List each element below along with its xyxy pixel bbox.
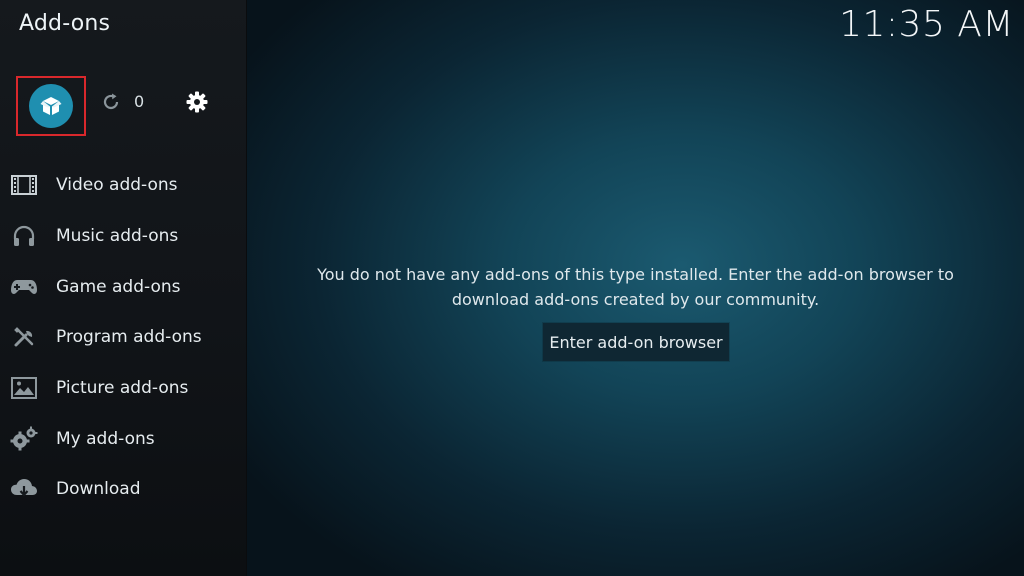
main-panel: You do not have any add-ons of this type… <box>247 0 1024 576</box>
empty-state-message-line1: You do not have any add-ons of this type… <box>317 265 954 284</box>
sidebar-item-game-addons[interactable]: Game add-ons <box>0 261 246 312</box>
sidebar-item-label: Picture add-ons <box>56 378 189 399</box>
toolbar: 0 <box>0 76 246 138</box>
headphones-icon <box>10 222 38 250</box>
sidebar-menu: Video add-ons Music add-ons Game add-ons… <box>0 160 246 515</box>
tools-icon <box>10 323 38 351</box>
gear-icon[interactable] <box>185 90 209 114</box>
page-title: Add-ons <box>19 11 111 36</box>
empty-state-message: You do not have any add-ons of this type… <box>247 262 1024 312</box>
sidebar-item-download[interactable]: Download <box>0 464 246 515</box>
gears-icon <box>10 425 38 453</box>
refresh-icon[interactable] <box>100 91 122 113</box>
picture-icon <box>10 374 38 402</box>
cloud-download-icon <box>10 475 38 503</box>
sidebar-item-label: Music add-ons <box>56 226 179 247</box>
updates-count: 0 <box>134 92 145 111</box>
empty-state-message-line2: download add-ons created by our communit… <box>451 290 820 309</box>
sidebar-item-music-addons[interactable]: Music add-ons <box>0 211 246 262</box>
clock: 11:35 AM <box>839 4 1014 45</box>
sidebar-item-picture-addons[interactable]: Picture add-ons <box>0 363 246 414</box>
sidebar-item-video-addons[interactable]: Video add-ons <box>0 160 246 211</box>
gamepad-icon <box>10 273 38 301</box>
sidebar-item-label: Game add-ons <box>56 276 181 297</box>
sidebar-item-program-addons[interactable]: Program add-ons <box>0 312 246 363</box>
open-box-icon <box>29 84 73 128</box>
sidebar-item-label: Download <box>56 479 141 500</box>
sidebar: Add-ons 0 Video add-ons Music add-ons Ga… <box>0 0 247 576</box>
addon-browser-button[interactable] <box>16 76 86 136</box>
sidebar-item-my-addons[interactable]: My add-ons <box>0 413 246 464</box>
sidebar-item-label: Video add-ons <box>56 175 178 196</box>
sidebar-item-label: My add-ons <box>56 428 155 449</box>
sidebar-item-label: Program add-ons <box>56 327 202 348</box>
enter-addon-browser-button[interactable]: Enter add-on browser <box>543 323 729 361</box>
film-icon <box>10 171 38 199</box>
